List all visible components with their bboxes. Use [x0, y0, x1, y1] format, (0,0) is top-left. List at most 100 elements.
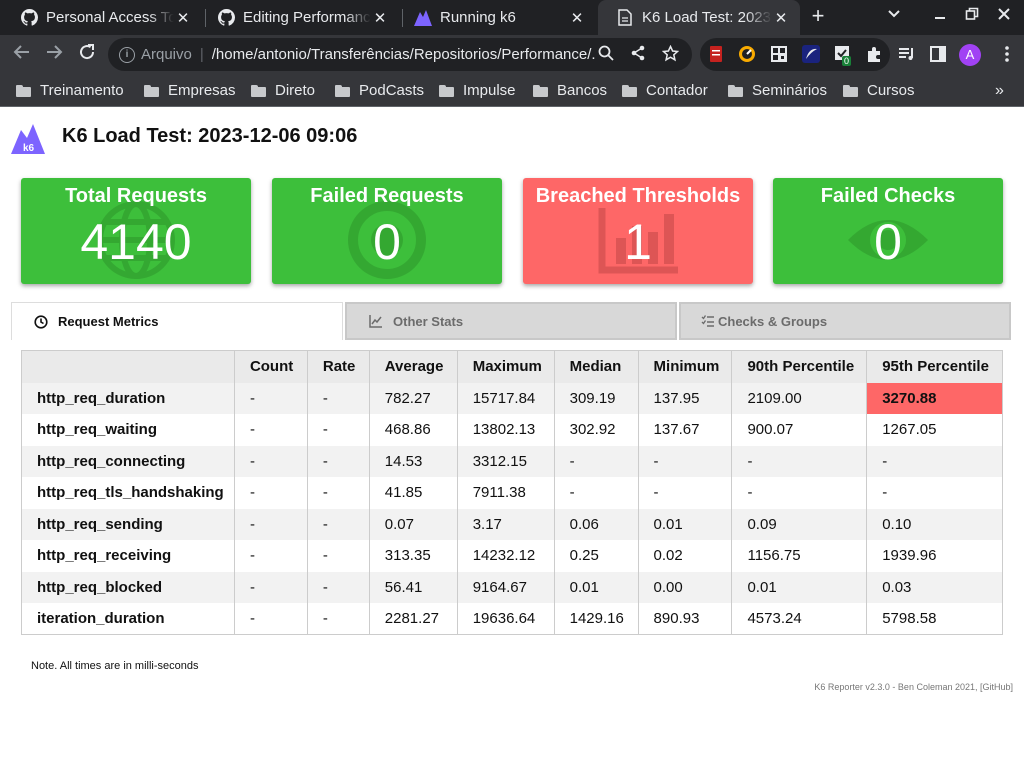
metric-name-cell: iteration_duration	[21, 603, 235, 635]
metric-value-cell: 15717.84	[457, 382, 555, 414]
folder-icon	[622, 84, 637, 97]
bookmark-folder[interactable]: Seminários	[728, 82, 827, 99]
tab-search-chevron-icon[interactable]	[884, 7, 904, 27]
metric-value-cell: 7911.38	[457, 477, 555, 509]
metric-value-cell: 41.85	[369, 477, 458, 509]
bookmark-folder[interactable]: Cursos	[843, 82, 915, 99]
bookmark-folder[interactable]: Contador	[622, 82, 708, 99]
reporter-footer: K6 Reporter v2.3.0 - Ben Coleman 2021, […	[814, 682, 1013, 692]
close-window-button[interactable]	[994, 7, 1014, 27]
metric-value-cell: 3.17	[457, 508, 555, 540]
bookmark-folder[interactable]: Direto	[251, 82, 315, 99]
metric-value-cell: -	[307, 603, 370, 635]
metric-value-cell: -	[234, 414, 308, 446]
metric-value-cell: 468.86	[369, 414, 458, 446]
column-header: Average	[369, 350, 458, 383]
metric-value-cell: -	[866, 445, 1003, 477]
minimize-window-button[interactable]	[930, 7, 950, 27]
bookmarks-overflow-button[interactable]: »	[995, 82, 1004, 100]
qr-code-extension-icon[interactable]	[769, 44, 789, 64]
profile-avatar[interactable]: A	[959, 44, 981, 66]
metric-value-cell: 0.01	[731, 571, 868, 603]
report-page: k6 K6 Load Test: 2023-12-06 09:06 Total …	[0, 108, 1024, 768]
page-title: K6 Load Test: 2023-12-06 09:06	[62, 125, 358, 147]
reload-icon[interactable]	[75, 43, 99, 67]
address-bar[interactable]: i Arquivo | /home/antonio/Transferências…	[108, 38, 692, 71]
metric-value-cell: 2109.00	[731, 382, 868, 414]
extensions-area	[700, 38, 890, 71]
card-value: 4140	[80, 214, 192, 270]
tab-request-metrics[interactable]: Request Metrics	[11, 302, 343, 340]
url-text[interactable]: /home/antonio/Transferências/Repositorio…	[212, 46, 596, 63]
close-icon[interactable]: ✕	[174, 9, 192, 27]
bookmark-folder[interactable]: Treinamento	[16, 82, 124, 99]
metric-value-cell: 900.07	[731, 414, 868, 446]
puzzle-extensions-icon[interactable]	[865, 44, 885, 64]
metric-value-cell: -	[307, 571, 370, 603]
card-title: Breached Thresholds	[535, 185, 741, 207]
tab-other-stats[interactable]: Other Stats	[345, 302, 677, 340]
divider: |	[199, 46, 204, 63]
table-row: http_req_receiving - -313.35 14232.12 0.25 0.…	[21, 540, 1003, 572]
back-arrow-icon[interactable]	[10, 43, 34, 67]
speedometer-extension-icon[interactable]	[737, 44, 757, 64]
browser-tab[interactable]: Editing Performance ✕	[199, 0, 399, 35]
browser-tab[interactable]: Personal Access To ✕	[2, 0, 202, 35]
forward-arrow-icon[interactable]	[42, 43, 66, 67]
tab-title: K6 Load Test: 2023-12-06	[642, 9, 772, 26]
restore-window-button[interactable]	[962, 7, 982, 27]
bookmark-folder[interactable]: Bancos	[533, 82, 607, 99]
info-icon[interactable]: i	[119, 46, 135, 63]
metric-value-cell: -	[307, 477, 370, 509]
column-header: Maximum	[457, 350, 555, 383]
table-row: http_req_connecting - -14.53 3312.15- - - -	[21, 445, 1003, 477]
line-chart-icon	[369, 315, 382, 328]
checklist-icon	[701, 315, 714, 327]
browser-tab-active[interactable]: K6 Load Test: 2023-12-06 ✕	[598, 0, 800, 35]
column-header: Median	[554, 350, 639, 383]
request-metrics-table: Count Rate Average Maximum Median Minimu…	[21, 350, 1003, 635]
bookmark-folder[interactable]: Empresas	[144, 82, 236, 99]
folder-icon	[728, 84, 743, 97]
tab-label: Checks & Groups	[718, 313, 828, 329]
side-panel-icon[interactable]	[928, 44, 948, 64]
bookmark-folder[interactable]: PodCasts	[335, 82, 424, 99]
crescent-extension-icon[interactable]	[801, 44, 821, 64]
column-header: Rate	[307, 350, 370, 383]
media-queue-icon[interactable]	[897, 44, 917, 64]
metric-value-cell: 313.35	[369, 540, 458, 572]
zoom-search-icon[interactable]	[596, 45, 616, 65]
metric-value-cell: 0.02	[638, 540, 733, 572]
metric-value-cell: -	[731, 445, 868, 477]
bookmark-folder[interactable]: Impulse	[439, 82, 516, 99]
metric-value-cell: 0.10	[866, 508, 1003, 540]
share-icon[interactable]	[628, 45, 648, 65]
times-note: Note. All times are in milli-seconds	[31, 660, 199, 672]
folder-icon	[843, 84, 858, 97]
clock-icon	[34, 314, 48, 329]
metric-value-cell: 0.01	[554, 571, 639, 603]
browser-toolbar: i Arquivo | /home/antonio/Transferências…	[0, 35, 1024, 74]
close-icon[interactable]: ✕	[371, 9, 389, 27]
folder-icon	[251, 84, 266, 97]
metric-value-cell: 1156.75	[731, 540, 868, 572]
browser-tab[interactable]: Running k6 ✕	[396, 0, 596, 35]
column-header	[21, 350, 235, 383]
tab-checks-groups[interactable]: Checks & Groups	[679, 302, 1011, 340]
table-row: http_req_sending - -0.07 3.17 0.06 0.01 0.09 0.…	[21, 508, 1003, 540]
kebab-menu-icon[interactable]	[997, 44, 1017, 64]
bookmark-star-icon[interactable]	[660, 44, 680, 65]
metric-value-cell: -	[307, 382, 370, 414]
checklist-extension-icon[interactable]: 0	[833, 44, 853, 66]
metric-value-cell: -	[307, 445, 370, 477]
metric-value-cell: -	[866, 477, 1003, 509]
close-icon[interactable]: ✕	[772, 9, 790, 27]
metric-name-cell: http_req_receiving	[21, 540, 235, 572]
card-value: 0	[874, 214, 902, 270]
close-icon[interactable]: ✕	[568, 9, 586, 27]
metric-value-cell: 137.67	[638, 414, 733, 446]
metric-value-cell: -	[554, 445, 639, 477]
new-tab-button[interactable]: +	[806, 5, 830, 29]
report-tabs: Request Metrics Other Stats Checks & Gro…	[11, 302, 1013, 340]
pdf-extension-icon[interactable]	[706, 44, 726, 64]
